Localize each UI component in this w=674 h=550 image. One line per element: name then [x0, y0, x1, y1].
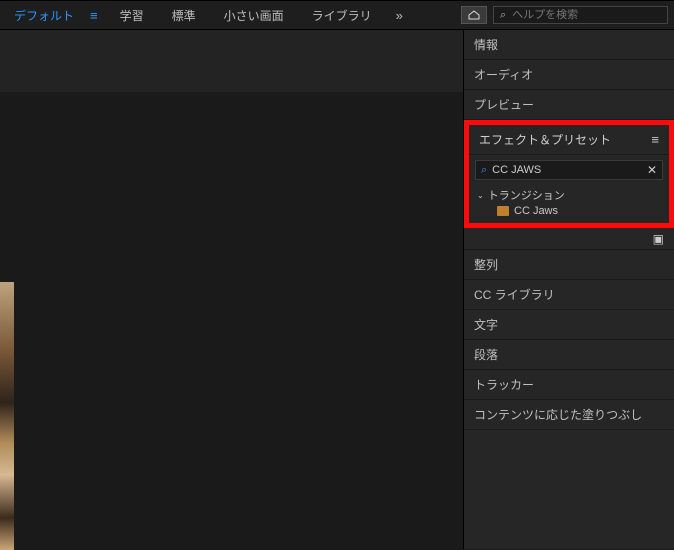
effects-search-input[interactable]	[492, 164, 647, 176]
effects-category-label: トランジション	[488, 187, 565, 203]
right-panel-stack: 情報 オーディオ プレビュー エフェクト＆プリセット ≡ ⌕ ✕ ⌄ トランジシ…	[464, 30, 674, 549]
home-button[interactable]	[461, 6, 487, 24]
workspace-tab-default[interactable]: デフォルト	[0, 1, 88, 29]
preview-thumbnail	[0, 282, 14, 550]
workspace-tab-small[interactable]: 小さい画面	[210, 1, 298, 29]
panel-align[interactable]: 整列	[464, 250, 674, 280]
search-icon: ⌕	[500, 9, 506, 22]
workspace-menu-icon[interactable]: ≡	[88, 8, 106, 23]
workspace-tab-library[interactable]: ライブラリ	[298, 1, 386, 29]
effects-search[interactable]: ⌕ ✕	[475, 160, 663, 180]
effects-category[interactable]: ⌄ トランジション	[475, 185, 663, 205]
main-area: 情報 オーディオ プレビュー エフェクト＆プリセット ≡ ⌕ ✕ ⌄ トランジシ…	[0, 30, 674, 549]
highlight-annotation: エフェクト＆プリセット ≡ ⌕ ✕ ⌄ トランジション CC Jaws	[464, 120, 674, 228]
home-icon	[468, 10, 480, 20]
search-icon: ⌕	[481, 164, 487, 177]
center-canvas	[0, 92, 463, 549]
panel-menu-icon[interactable]: ≡	[651, 132, 659, 147]
panel-effects-header[interactable]: エフェクト＆プリセット ≡	[469, 125, 669, 155]
top-bar: デフォルト ≡ 学習 標準 小さい画面 ライブラリ » ⌕	[0, 0, 674, 30]
effects-item[interactable]: CC Jaws	[475, 205, 663, 217]
panel-info[interactable]: 情報	[464, 30, 674, 60]
center-panel	[0, 30, 464, 549]
workspace-tabs: デフォルト ≡ 学習 標準 小さい画面 ライブラリ »	[0, 1, 413, 29]
help-search-input[interactable]	[512, 9, 652, 21]
workspace-tab-learn[interactable]: 学習	[106, 1, 158, 29]
new-bin-icon[interactable]: ▣	[653, 232, 664, 246]
caret-down-icon: ⌄	[477, 191, 484, 200]
panel-content-fill[interactable]: コンテンツに応じた塗りつぶし	[464, 400, 674, 430]
panel-preview[interactable]: プレビュー	[464, 90, 674, 120]
panel-footer: ▣	[464, 228, 674, 250]
effects-item-label: CC Jaws	[514, 205, 558, 217]
panel-paragraph[interactable]: 段落	[464, 340, 674, 370]
workspace-more-icon[interactable]: »	[386, 8, 413, 23]
help-search[interactable]: ⌕	[493, 6, 668, 24]
workspace-tab-standard[interactable]: 標準	[158, 1, 210, 29]
effects-tree: ⌄ トランジション CC Jaws	[469, 185, 669, 223]
topbar-right: ⌕	[461, 6, 674, 24]
panel-effects-title: エフェクト＆プリセット	[479, 131, 611, 148]
panel-tracker[interactable]: トラッカー	[464, 370, 674, 400]
panel-text[interactable]: 文字	[464, 310, 674, 340]
clear-search-icon[interactable]: ✕	[647, 163, 657, 177]
panel-cc-library[interactable]: CC ライブラリ	[464, 280, 674, 310]
panel-audio[interactable]: オーディオ	[464, 60, 674, 90]
effect-icon	[497, 206, 509, 216]
